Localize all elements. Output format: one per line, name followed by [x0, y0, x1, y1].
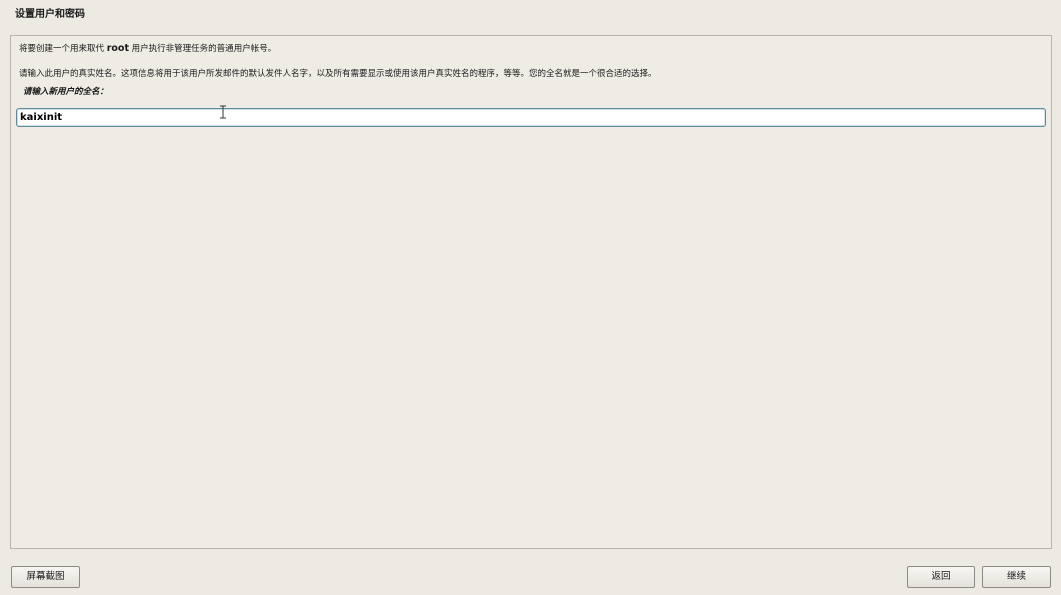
- intro-text: 将要创建一个用来取代 root 用户执行非管理任务的普通用户帐号。: [19, 43, 276, 55]
- fullname-input[interactable]: [20, 110, 1040, 125]
- intro-root-keyword: root: [106, 43, 129, 54]
- text-cursor-ibeam-icon: [220, 105, 226, 119]
- back-button[interactable]: 返回: [907, 566, 975, 588]
- intro-suffix: 用户执行非管理任务的普通用户帐号。: [128, 44, 277, 54]
- content-panel: 将要创建一个用来取代 root 用户执行非管理任务的普通用户帐号。 请输入此用户…: [10, 35, 1052, 549]
- fullname-prompt-label: 请输入新用户的全名：: [23, 87, 109, 97]
- continue-button[interactable]: 继续: [982, 566, 1051, 588]
- fullname-field-frame[interactable]: [16, 108, 1046, 127]
- intro-prefix: 将要创建一个用来取代: [19, 44, 107, 54]
- explanation-text: 请输入此用户的真实姓名。这项信息将用于该用户所发邮件的默认发件人名字，以及所有需…: [19, 69, 657, 79]
- page-title: 设置用户和密码: [15, 9, 85, 20]
- screenshot-button[interactable]: 屏幕截图: [11, 566, 80, 588]
- installer-window: 设置用户和密码 将要创建一个用来取代 root 用户执行非管理任务的普通用户帐号…: [0, 0, 1061, 595]
